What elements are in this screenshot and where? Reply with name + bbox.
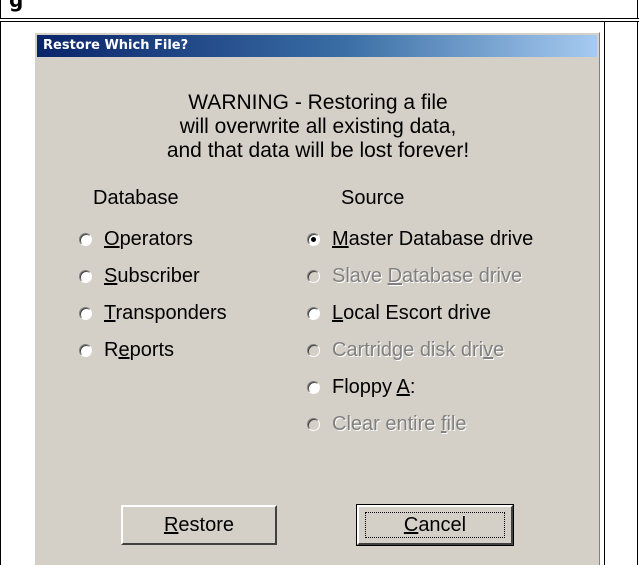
radio-button-icon[interactable]: [307, 232, 320, 246]
source-option-master-database-drive[interactable]: Master Database drive: [307, 224, 533, 254]
database-option-reports[interactable]: Reports: [79, 335, 174, 365]
document-header-text: g: [9, 0, 24, 12]
document-header-strip: g: [0, 0, 638, 18]
option-label: Master Database drive: [332, 227, 534, 250]
source-option-cartridge-disk-drive: Cartridge disk drive: [307, 335, 504, 365]
option-label: Clear entire file: [332, 412, 467, 435]
database-option-transponders[interactable]: Transponders: [79, 298, 227, 328]
option-label: Operators: [104, 227, 193, 250]
warning-line-3: and that data will be lost forever!: [166, 139, 470, 162]
radio-button-icon[interactable]: [79, 306, 92, 320]
radio-button-icon: [307, 343, 320, 357]
source-header: Source: [341, 187, 405, 209]
restore-dialog: Restore Which File? WARNING - Restoring …: [34, 32, 600, 565]
warning-line-2: will overwrite all existing data,: [179, 115, 457, 138]
radio-button-icon: [307, 417, 320, 431]
radio-button-icon: [307, 269, 320, 283]
option-label: Slave Database drive: [332, 264, 523, 287]
document-column-divider: [604, 22, 605, 565]
option-label: Cartridge disk drive: [332, 338, 505, 361]
radio-button-icon[interactable]: [79, 269, 92, 283]
source-option-local-escort-drive[interactable]: Local Escort drive: [307, 298, 491, 328]
document-left-border: [0, 22, 1, 565]
database-option-operators[interactable]: Operators: [79, 224, 193, 254]
database-header: Database: [93, 187, 179, 209]
warning-message: WARNING - Restoring a file will overwrit…: [35, 91, 601, 163]
option-label: Subscriber: [104, 264, 200, 287]
radio-button-icon[interactable]: [79, 232, 92, 246]
source-option-floppy-a[interactable]: Floppy A:: [307, 372, 415, 402]
document-right-border: [637, 22, 638, 565]
source-option-clear-entire-file: Clear entire file: [307, 409, 467, 439]
document-header-rule: [0, 18, 639, 22]
option-label: Local Escort drive: [332, 301, 491, 324]
dialog-title-bar[interactable]: Restore Which File?: [37, 35, 597, 57]
option-label: Reports: [104, 338, 175, 361]
option-label: Transponders: [104, 301, 227, 324]
restore-button[interactable]: Restore: [121, 505, 277, 545]
radio-button-icon[interactable]: [307, 306, 320, 320]
radio-button-icon[interactable]: [307, 380, 320, 394]
radio-button-icon[interactable]: [79, 343, 92, 357]
database-option-subscriber[interactable]: Subscriber: [79, 261, 200, 291]
cancel-button[interactable]: Cancel: [356, 504, 514, 546]
option-label: Floppy A:: [332, 375, 416, 398]
radio-selected-dot-icon: [311, 236, 316, 242]
warning-line-1: WARNING - Restoring a file: [188, 91, 448, 114]
dialog-title: Restore Which File?: [43, 38, 189, 53]
source-option-slave-database-drive: Slave Database drive: [307, 261, 522, 291]
